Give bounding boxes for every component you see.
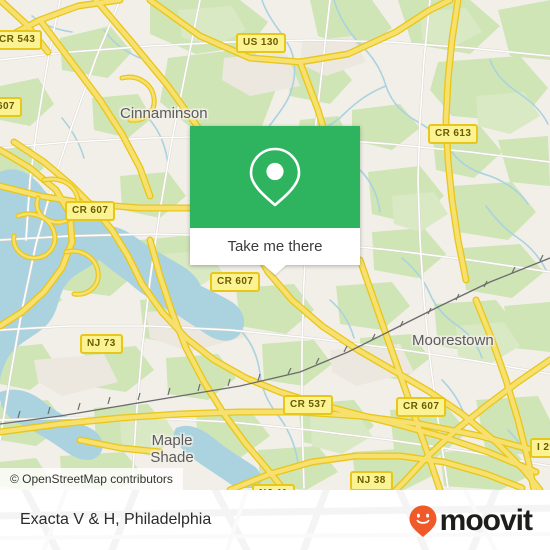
take-me-there-button[interactable]: Take me there bbox=[190, 228, 360, 265]
road-shield-cr-613: CR 613 bbox=[428, 124, 479, 144]
moovit-logo[interactable]: moovit bbox=[408, 504, 533, 537]
map-canvas[interactable]: .grn { fill:#cfe5b5; } .grn2 { fill:#d9e… bbox=[0, 0, 550, 490]
road-shield-cr-607-upper-left: CR 607 bbox=[65, 201, 116, 221]
road-shield-i-295: I 295 bbox=[530, 438, 550, 458]
map-attribution[interactable]: © OpenStreetMap contributors bbox=[0, 468, 183, 490]
map-screenshot: .grn { fill:#cfe5b5; } .grn2 { fill:#d9e… bbox=[0, 0, 550, 550]
road-shield-us-130: US 130 bbox=[236, 33, 286, 53]
footer-bar: Exacta V & H, Philadelphia moovit bbox=[0, 490, 550, 550]
place-label-moorestown: Moorestown bbox=[412, 332, 494, 349]
location-title: Exacta V & H, Philadelphia bbox=[20, 511, 212, 528]
road-shield-607-left: 607 bbox=[0, 97, 22, 117]
take-me-there-label: Take me there bbox=[227, 238, 323, 255]
location-pin-icon bbox=[249, 147, 301, 207]
road-shield-nj-73: NJ 73 bbox=[80, 334, 123, 354]
road-shield-cr-607-lower: CR 607 bbox=[396, 397, 447, 417]
location-popup[interactable]: Take me there bbox=[190, 126, 360, 275]
place-label-cinnaminson: Cinnaminson bbox=[120, 105, 208, 122]
road-shield-nj-38: NJ 38 bbox=[350, 471, 393, 490]
moovit-pin-icon bbox=[409, 505, 437, 537]
popup-tail bbox=[264, 265, 286, 275]
place-label-maple-shade: Maple Shade bbox=[150, 432, 194, 466]
road-shield-cr-537: CR 537 bbox=[283, 395, 334, 415]
road-shield-cr-543: CR 543 bbox=[0, 30, 43, 50]
popup-header bbox=[190, 126, 360, 228]
attribution-text: © OpenStreetMap contributors bbox=[10, 472, 173, 486]
moovit-wordmark: moovit bbox=[439, 504, 533, 537]
road-shield-cr-607-center: CR 607 bbox=[210, 272, 261, 292]
